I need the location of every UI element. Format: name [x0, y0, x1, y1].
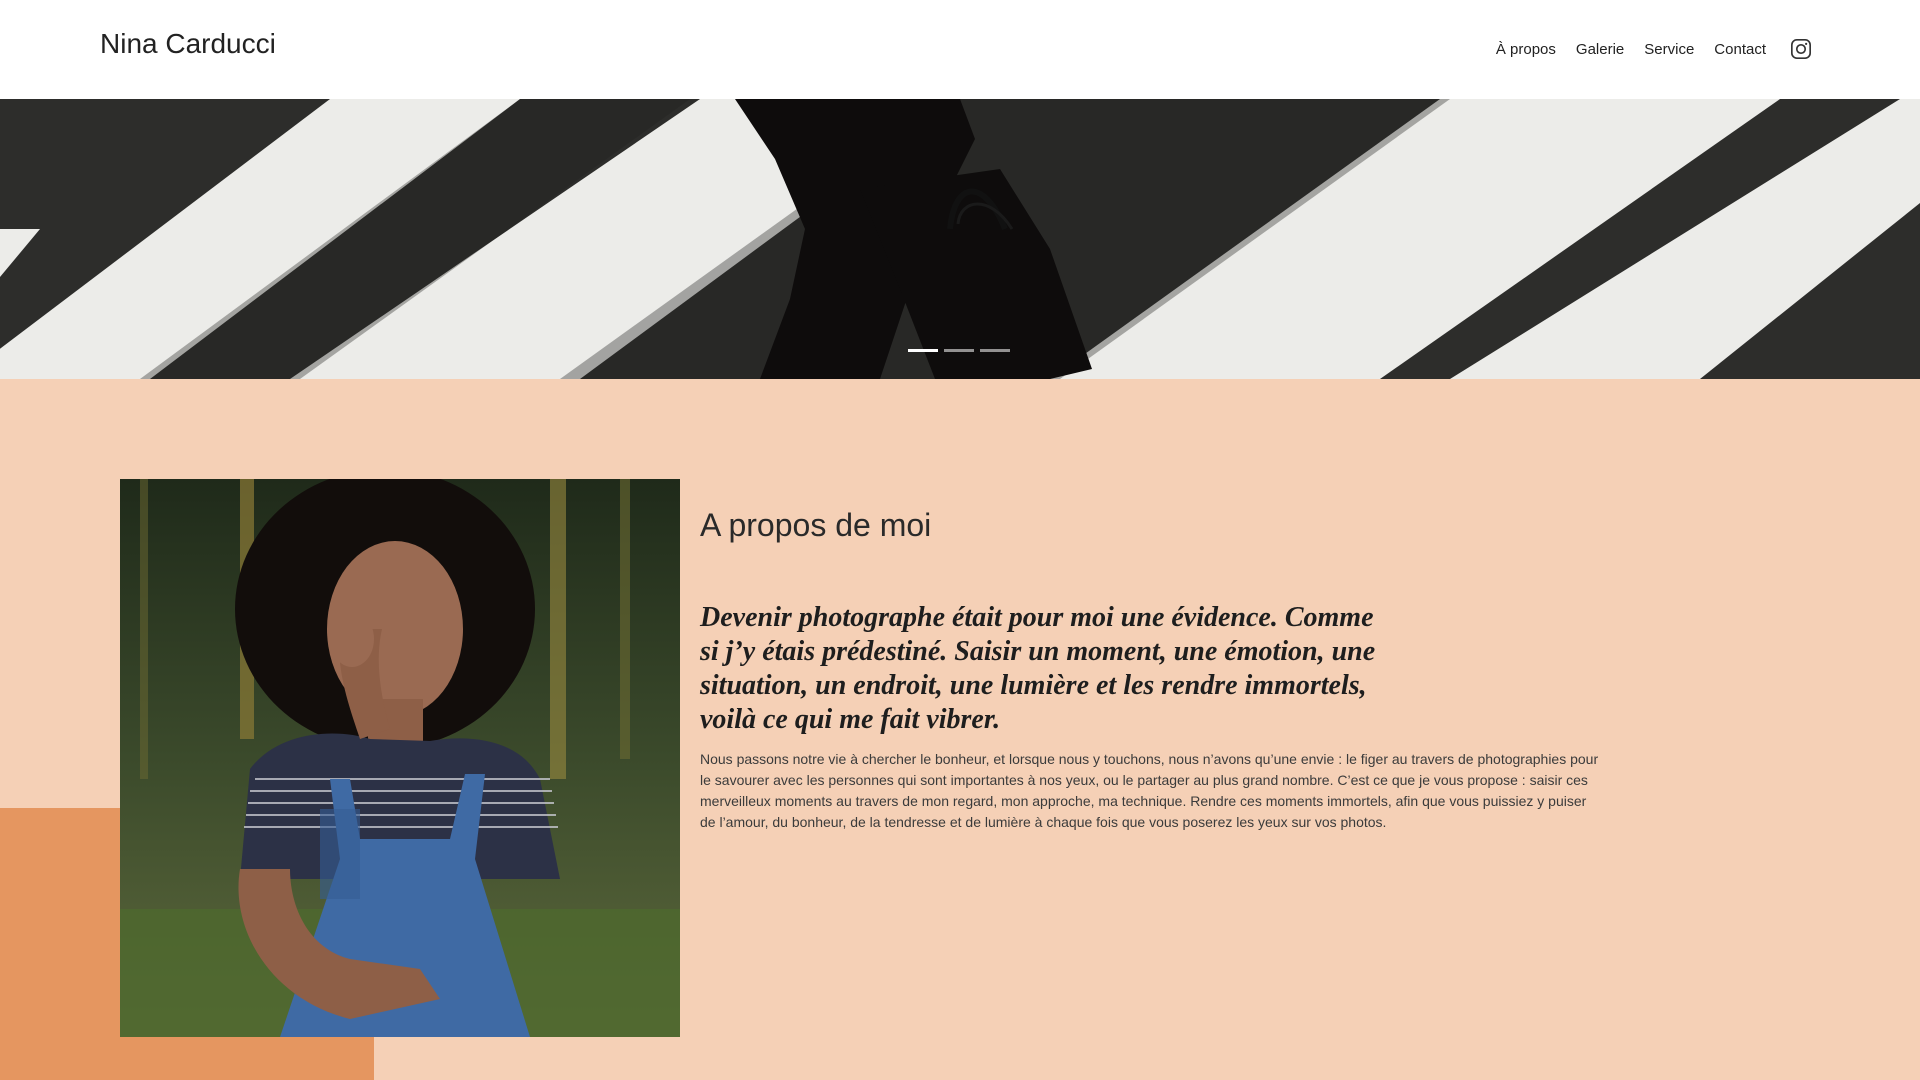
nav-link-service[interactable]: Service: [1644, 41, 1694, 58]
carousel-indicator-2[interactable]: [944, 349, 974, 352]
instagram-icon[interactable]: [1790, 38, 1812, 60]
about-title: A propos de moi: [700, 507, 932, 543]
carousel-indicators: [908, 349, 1010, 352]
nav-link-a-propos[interactable]: À propos: [1496, 41, 1556, 58]
about-section: A propos de moi Devenir photographe étai…: [0, 379, 1920, 1080]
portrait-photo: [120, 479, 680, 1037]
hero-image-crosswalk: [0, 99, 1920, 379]
brand-name[interactable]: Nina Carducci: [100, 28, 276, 60]
main-nav: À propos Galerie Service Contact: [1496, 38, 1812, 60]
about-body-text: Nous passons notre vie à chercher le bon…: [700, 751, 1599, 830]
nav-link-galerie[interactable]: Galerie: [1576, 41, 1624, 58]
carousel-indicator-3[interactable]: [980, 349, 1010, 352]
about-quote: Devenir photographe était pour moi une é…: [700, 602, 1376, 735]
nav-link-contact[interactable]: Contact: [1714, 41, 1766, 58]
carousel-indicator-1[interactable]: [908, 349, 938, 352]
hero-carousel[interactable]: [0, 99, 1920, 379]
site-header: Nina Carducci À propos Galerie Service C…: [0, 0, 1920, 99]
